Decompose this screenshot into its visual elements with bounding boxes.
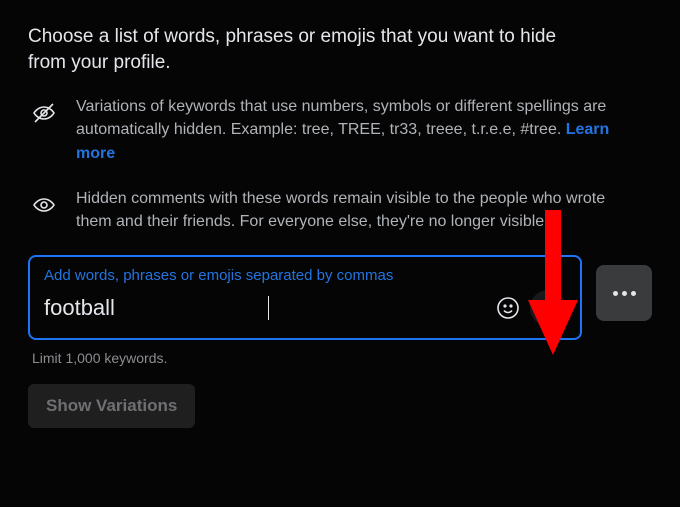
emoji-picker-button[interactable] xyxy=(494,294,522,322)
keyword-input[interactable]: football xyxy=(44,295,269,321)
intro-text: Choose a list of words, phrases or emoji… xyxy=(28,24,588,75)
text-caret xyxy=(268,296,269,320)
keyword-limit-text: Limit 1,000 keywords. xyxy=(32,350,652,366)
visibility-info-text: Hidden comments with these words remain … xyxy=(76,187,636,233)
show-variations-button[interactable]: Show Variations xyxy=(28,384,195,428)
variations-info-row: Variations of keywords that use numbers,… xyxy=(28,95,652,165)
variations-info-body: Variations of keywords that use numbers,… xyxy=(76,98,606,138)
eye-off-icon xyxy=(28,101,60,125)
dot-icon xyxy=(631,291,636,296)
more-options-button[interactable] xyxy=(596,265,652,321)
visibility-info-row: Hidden comments with these words remain … xyxy=(28,187,652,233)
dot-icon xyxy=(622,291,627,296)
keyword-entry-box[interactable]: Add words, phrases or emojis separated b… xyxy=(28,255,582,340)
variations-info-text: Variations of keywords that use numbers,… xyxy=(76,95,636,165)
keyword-input-label: Add words, phrases or emojis separated b… xyxy=(44,267,566,284)
dot-icon xyxy=(613,291,618,296)
eye-icon xyxy=(28,193,60,217)
add-keyword-button[interactable] xyxy=(530,290,566,326)
